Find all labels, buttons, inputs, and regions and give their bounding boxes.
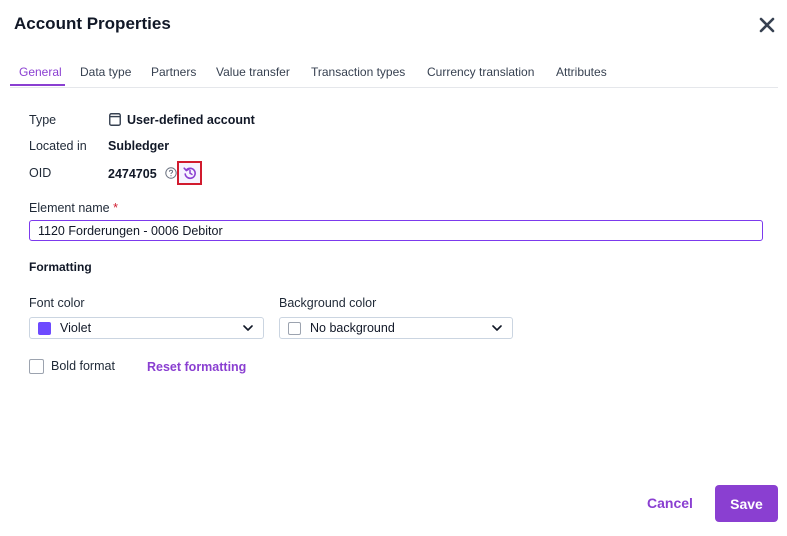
font-color-select[interactable]: Violet	[29, 317, 264, 339]
tab-data-type[interactable]: Data type	[80, 65, 131, 79]
font-color-label: Font color	[29, 296, 85, 310]
tab-bar: General Data type Partners Value transfe…	[10, 63, 778, 88]
element-name-label: Element name *	[29, 201, 118, 215]
tab-value-transfer[interactable]: Value transfer	[216, 65, 290, 79]
violet-swatch	[38, 322, 51, 335]
cancel-button[interactable]: Cancel	[640, 485, 700, 521]
tab-currency-translation[interactable]: Currency translation	[427, 65, 534, 79]
background-color-select[interactable]: No background	[279, 317, 513, 339]
bold-format-checkbox[interactable]	[29, 359, 44, 374]
bold-format-label: Bold format	[51, 359, 115, 373]
document-icon	[109, 113, 121, 126]
oid-value: 2474705	[108, 167, 157, 181]
chevron-down-icon	[492, 325, 502, 331]
active-tab-indicator	[10, 84, 65, 86]
background-color-value: No background	[310, 321, 395, 335]
save-button[interactable]: Save	[715, 485, 778, 522]
help-circle-icon[interactable]	[165, 167, 177, 179]
chevron-down-icon	[243, 325, 253, 331]
background-color-label: Background color	[279, 296, 377, 310]
type-value: User-defined account	[127, 113, 255, 127]
located-in-value: Subledger	[108, 139, 170, 153]
formatting-heading: Formatting	[29, 260, 92, 274]
required-marker: *	[113, 201, 118, 215]
tab-attributes[interactable]: Attributes	[556, 65, 607, 79]
font-color-value: Violet	[60, 321, 92, 335]
tab-general[interactable]: General	[19, 65, 62, 79]
located-in-label: Located in	[29, 139, 87, 153]
tab-partners[interactable]: Partners	[151, 65, 196, 79]
tab-transaction-types[interactable]: Transaction types	[311, 65, 405, 79]
close-icon[interactable]	[758, 16, 776, 34]
reset-formatting-link[interactable]: Reset formatting	[147, 360, 246, 374]
no-background-swatch	[288, 322, 301, 335]
oid-label: OID	[29, 166, 52, 180]
element-name-input[interactable]	[29, 220, 763, 241]
history-button[interactable]	[177, 161, 202, 185]
type-label: Type	[29, 113, 57, 127]
history-icon	[183, 167, 196, 180]
dialog-title: Account Properties	[14, 14, 171, 33]
